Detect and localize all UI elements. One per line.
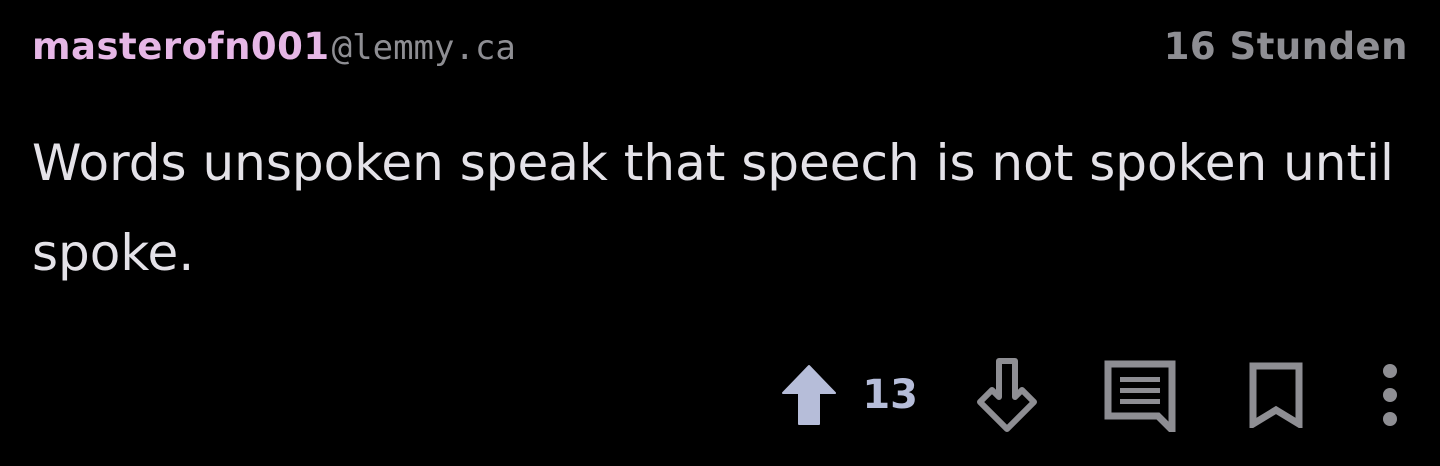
arrow-up-icon	[782, 365, 837, 425]
bookmark-icon	[1249, 362, 1303, 428]
arrow-down-icon	[977, 358, 1037, 432]
comment-icon	[1104, 360, 1176, 432]
comment-card: masterofn001 @lemmy.ca 16 Stunden Words …	[0, 0, 1440, 466]
vote-group: 13	[780, 364, 918, 426]
upvote-button[interactable]	[780, 364, 838, 426]
comment-header: masterofn001 @lemmy.ca 16 Stunden	[32, 18, 1408, 74]
vote-score: 13	[862, 372, 918, 418]
comment-timestamp: 16 Stunden	[1163, 24, 1408, 68]
author-username[interactable]: masterofn001	[32, 25, 330, 68]
comment-actions-bar: 13	[780, 350, 1400, 440]
save-button[interactable]	[1248, 362, 1304, 428]
downvote-button[interactable]	[976, 357, 1038, 433]
author-instance[interactable]: @lemmy.ca	[332, 28, 516, 68]
more-vertical-icon	[1383, 364, 1397, 426]
comment-body: Words unspoken speak that speech is not …	[32, 134, 1394, 282]
more-options-button[interactable]	[1380, 363, 1400, 427]
reply-button[interactable]	[1102, 358, 1178, 432]
comment-author[interactable]: masterofn001 @lemmy.ca	[32, 25, 516, 68]
